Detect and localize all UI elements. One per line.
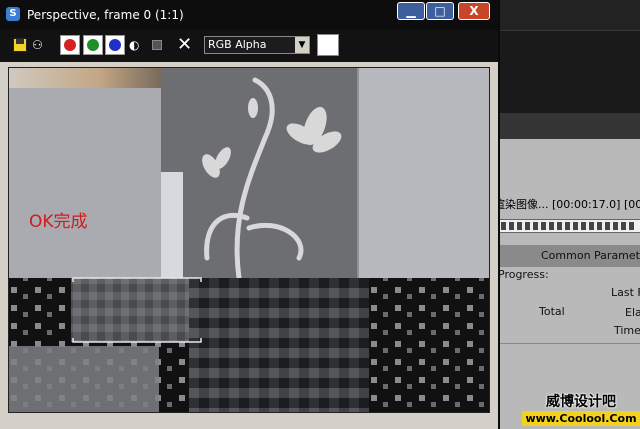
background-dialog-body	[494, 139, 640, 429]
window-bottom-edge	[0, 415, 498, 429]
alpha-channel-icon[interactable]	[152, 40, 162, 50]
clear-icon[interactable]: ✕	[177, 35, 192, 55]
monochrome-icon[interactable]: ◐	[129, 38, 143, 52]
render-progress-bar	[496, 219, 640, 233]
blue-channel-button[interactable]	[105, 35, 125, 55]
channel-select[interactable]: RGB Alpha ▼	[204, 36, 310, 54]
green-channel-button[interactable]	[83, 35, 103, 55]
clone-icon[interactable]: ⚇	[32, 38, 46, 52]
background-dark-band	[494, 113, 640, 139]
channel-select-value: RGB Alpha	[208, 38, 267, 51]
green-channel-icon	[87, 39, 99, 51]
watermark-line1: 威博设计吧	[546, 394, 616, 410]
watermark-line2: www.Coolool.Com	[522, 411, 640, 426]
last-frame-label: Last F	[611, 286, 640, 299]
red-channel-icon	[64, 39, 76, 51]
color-swatch[interactable]	[317, 34, 339, 56]
window-title: Perspective, frame 0 (1:1)	[27, 8, 184, 22]
ok-complete-overlay: OK完成	[29, 212, 88, 232]
maximize-button[interactable]: □	[426, 2, 454, 20]
background-titlebar	[494, 0, 640, 31]
chevron-down-icon[interactable]: ▼	[295, 37, 309, 53]
background-render-dialog: 渲染图像... [00:00:17.0] [00:0 Common Parame…	[494, 0, 640, 429]
progress-label: Progress:	[498, 268, 549, 281]
app-icon: S	[6, 7, 20, 21]
time-label: Time	[614, 324, 640, 337]
save-icon[interactable]	[13, 38, 27, 52]
rendered-image	[9, 68, 489, 412]
elapsed-label: Ela	[625, 306, 640, 319]
minimize-button[interactable]: ▁	[397, 2, 425, 20]
rendered-frame-window: S Perspective, frame 0 (1:1) ▁ □ X ⚇ ◐ ✕…	[0, 0, 500, 429]
render-viewport[interactable]: OK完成	[8, 67, 490, 413]
frame-toolbar: ⚇ ◐ ✕ RGB Alpha ▼	[0, 30, 498, 62]
window-titlebar[interactable]: S Perspective, frame 0 (1:1) ▁ □ X	[0, 0, 498, 30]
total-label: Total	[539, 305, 565, 318]
blue-channel-icon	[109, 39, 121, 51]
render-status-text: 渲染图像... [00:00:17.0] [00:0	[494, 198, 640, 211]
close-button[interactable]: X	[458, 2, 490, 20]
red-channel-button[interactable]	[60, 35, 80, 55]
panel-divider	[494, 343, 640, 344]
watermark: 威博设计吧 www.Coolool.Com	[522, 394, 640, 429]
common-parameters-header[interactable]: Common Parameters	[494, 245, 640, 267]
